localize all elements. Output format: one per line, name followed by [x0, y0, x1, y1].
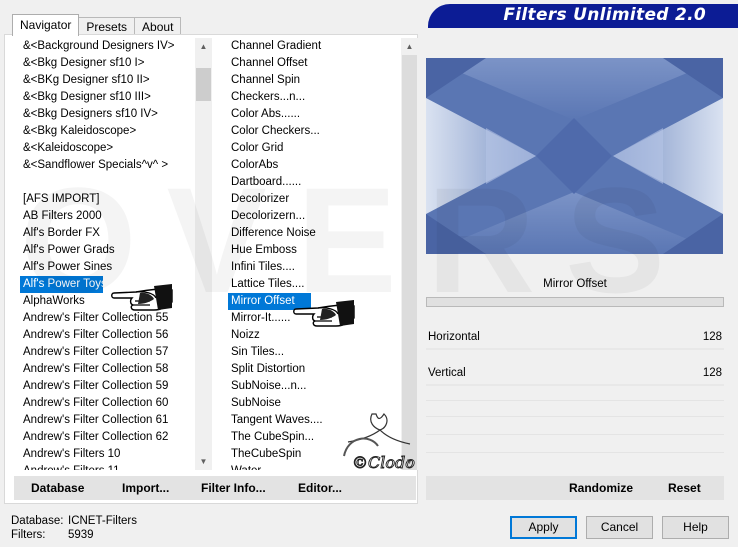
filter-list-item[interactable]: Dartboard...... — [228, 174, 400, 191]
category-list-item[interactable]: &<Bkg Designer sf10 I> — [20, 55, 195, 72]
category-list-item — [20, 174, 195, 191]
horizontal-label: Horizontal — [428, 331, 480, 343]
category-list-item[interactable]: Andrew's Filters 10 — [20, 446, 195, 463]
horizontal-slider[interactable]: Horizontal 128 — [426, 328, 724, 350]
horizontal-slider-track[interactable] — [426, 348, 724, 350]
category-list-item[interactable]: Alf's Power Sines — [20, 259, 195, 276]
cancel-button[interactable]: Cancel — [586, 516, 653, 539]
filters-count: 5939 — [68, 529, 94, 541]
tab-navigator[interactable]: Navigator — [12, 14, 80, 36]
category-list-item[interactable]: Andrew's Filter Collection 62 — [20, 429, 195, 446]
empty-slot-line — [426, 400, 724, 401]
vertical-slider-track[interactable] — [426, 384, 724, 386]
filter-list-item[interactable]: Infini Tiles.... — [228, 259, 400, 276]
filter-list-item[interactable]: Hue Emboss — [228, 242, 400, 259]
database-label: Database: — [11, 515, 64, 527]
filter-list-item[interactable]: ColorAbs — [228, 157, 400, 174]
category-list-scrollbar[interactable]: ▲ ▼ — [195, 38, 212, 470]
empty-slot-line — [426, 434, 724, 435]
category-list-item[interactable]: &<BKg Designer sf10 II> — [20, 72, 195, 89]
category-list-item[interactable]: Alf's Border FX — [20, 225, 195, 242]
category-list-item[interactable]: Andrew's Filters 11 — [20, 463, 195, 470]
category-list[interactable]: &<Background Designers IV> &<Bkg Designer… — [20, 38, 195, 470]
scroll-thumb[interactable] — [196, 68, 211, 101]
filter-list-item[interactable]: Sin Tiles... — [228, 344, 400, 361]
vertical-value: 128 — [702, 367, 722, 379]
vertical-label: Vertical — [428, 367, 466, 379]
app-title-banner: Filters Unlimited 2.0 — [428, 4, 738, 26]
pointing-hand-icon — [111, 284, 173, 311]
category-list-item[interactable]: Andrew's Filter Collection 61 — [20, 412, 195, 429]
import-button[interactable]: Import... — [122, 476, 169, 500]
filter-list-item[interactable]: SubNoise...n... — [228, 378, 400, 395]
logo-text: ©Clodo — [352, 453, 415, 472]
horizontal-value: 128 — [702, 331, 722, 343]
empty-slot-line — [426, 452, 724, 453]
empty-slot-line — [426, 416, 724, 417]
scroll-up-arrow-icon[interactable]: ▲ — [401, 38, 418, 55]
category-list-item[interactable]: Andrew's Filter Collection 57 — [20, 344, 195, 361]
filter-list-item[interactable]: Decolorizer — [228, 191, 400, 208]
category-list-item[interactable]: Alf's Power Grads — [20, 242, 195, 259]
database-status: Database: ICNET-Filters Filters: 5939 — [11, 514, 137, 542]
reset-button[interactable]: Reset — [668, 476, 701, 500]
selected-filter-title: Mirror Offset — [543, 278, 607, 290]
database-button[interactable]: Database — [31, 476, 84, 500]
filter-list-item[interactable]: Channel Spin — [228, 72, 400, 89]
filters-label: Filters: — [11, 529, 46, 541]
filter-list-item[interactable]: Color Abs...... — [228, 106, 400, 123]
category-list-item[interactable]: Andrew's Filter Collection 59 — [20, 378, 195, 395]
filter-list-item[interactable]: Channel Offset — [228, 55, 400, 72]
clodo-logo: ©Clodo — [343, 413, 415, 472]
filter-divider — [426, 297, 724, 307]
filter-list-item[interactable]: Color Grid — [228, 140, 400, 157]
filter-list-item[interactable]: Checkers...n... — [228, 89, 400, 106]
category-list-item[interactable]: Alf's Power Toys — [20, 276, 107, 293]
filter-list-item[interactable]: Color Checkers... — [228, 123, 400, 140]
category-list-item[interactable]: &<Background Designers IV> — [20, 38, 195, 55]
controls-button-bar: Randomize Reset — [426, 476, 724, 500]
apply-button[interactable]: Apply — [510, 516, 577, 539]
category-list-item[interactable]: &<Kaleidoscope> — [20, 140, 195, 157]
category-list-item[interactable]: &<Bkg Kaleidoscope> — [20, 123, 195, 140]
category-list-item[interactable]: &<Bkg Designers sf10 IV> — [20, 106, 195, 123]
database-value: ICNET-Filters — [68, 515, 137, 527]
help-button[interactable]: Help — [662, 516, 729, 539]
filter-list-item[interactable]: Difference Noise — [228, 225, 400, 242]
filter-preview-image — [426, 58, 723, 254]
filter-list-item[interactable]: Noizz — [228, 327, 400, 344]
filter-list-item[interactable]: Decolorizern... — [228, 208, 400, 225]
category-list-item[interactable]: Andrew's Filter Collection 60 — [20, 395, 195, 412]
category-list-item[interactable]: AB Filters 2000 — [20, 208, 195, 225]
filter-info-button[interactable]: Filter Info... — [201, 476, 266, 500]
banner-underline — [428, 26, 738, 28]
tab-strip: Navigator Presets About — [12, 13, 182, 36]
category-list-item[interactable]: &<Bkg Designer sf10 III> — [20, 89, 195, 106]
category-list-item[interactable]: Andrew's Filter Collection 58 — [20, 361, 195, 378]
pointing-hand-icon — [293, 300, 355, 327]
category-list-item[interactable]: Andrew's Filter Collection 56 — [20, 327, 195, 344]
filter-controls: Mirror Offset Horizontal 128 Vertical 12… — [426, 270, 724, 470]
scroll-down-arrow-icon[interactable]: ▼ — [195, 453, 212, 470]
filter-list-item[interactable]: Channel Gradient — [228, 38, 400, 55]
filter-list-item[interactable]: Lattice Tiles.... — [228, 276, 400, 293]
category-list-item[interactable]: Andrew's Filter Collection 55 — [20, 310, 195, 327]
category-list-item[interactable]: [AFS IMPORT] — [20, 191, 195, 208]
category-list-item[interactable]: &<Sandflower Specials^v^ > — [20, 157, 195, 174]
randomize-button[interactable]: Randomize — [569, 476, 633, 500]
filter-list-item[interactable]: Split Distortion — [228, 361, 400, 378]
vertical-slider[interactable]: Vertical 128 — [426, 364, 724, 386]
scroll-up-arrow-icon[interactable]: ▲ — [195, 38, 212, 55]
